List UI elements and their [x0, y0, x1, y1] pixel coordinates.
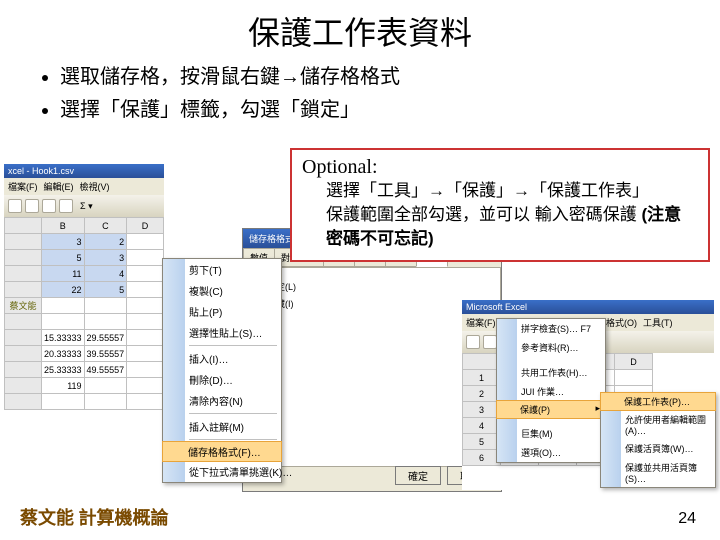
menu-item[interactable]: 巨集(M): [497, 424, 605, 443]
menu-item[interactable]: 儲存格格式(F)…: [162, 441, 282, 462]
menu-edit[interactable]: 編輯(E): [44, 180, 74, 193]
menu-item[interactable]: 共用工作表(H)…: [497, 363, 605, 382]
slide-title: 保護工作表資料: [0, 0, 720, 58]
excel-menubar[interactable]: 檔案(F) 編輯(E) 檢視(V): [4, 178, 164, 195]
context-menu[interactable]: 剪下(T)複製(C)貼上(P)選擇性貼上(S)… 插入(I)…刪除(D)…清除內容…: [162, 258, 282, 483]
menu-item[interactable]: 插入(I)…: [163, 348, 281, 369]
bullet-1: 選取儲存格，按滑鼠右鍵→儲存格格式: [60, 60, 680, 89]
menu-item[interactable]: JUI 作業…: [497, 382, 605, 401]
menu-item[interactable]: 貼上(P): [163, 301, 281, 322]
menu-item[interactable]: 複製(C): [163, 280, 281, 301]
window-titlebar: xcel - Hook1.csv: [4, 164, 164, 178]
window-titlebar: Microsoft Excel: [462, 300, 714, 314]
menu-file[interactable]: 檔案(F): [8, 180, 38, 193]
menu-item[interactable]: 參考資料(R)…: [497, 338, 605, 357]
menu-item[interactable]: 選項(O)…: [497, 443, 605, 462]
toolbar-button[interactable]: [25, 199, 39, 213]
optional-heading: Optional:: [302, 156, 698, 179]
menu-item[interactable]: 清除內容(N): [163, 390, 281, 411]
bullet-2: 選擇「保護」標籤，勾選「鎖定」: [60, 93, 680, 122]
excel-window-left: xcel - Hook1.csv 檔案(F) 編輯(E) 檢視(V) Σ ▾ B…: [4, 164, 164, 494]
menu-item[interactable]: 插入註解(M): [163, 416, 281, 437]
menu-item[interactable]: 允許使用者編輯範圍(A)…: [601, 410, 715, 439]
toolbar-button[interactable]: [8, 199, 22, 213]
optional-line-2: 保護範圍全部勾選，並可以 輸入密碼保護 (注意密碼不可忘記): [326, 203, 698, 251]
protect-submenu[interactable]: 保護工作表(P)…允許使用者編輯範圍(A)…保護活頁簿(W)…保護並共用活頁簿(…: [600, 392, 716, 488]
checkbox-locked[interactable]: ✓鎖定(L): [252, 280, 492, 293]
excel-toolbar[interactable]: Σ ▾: [4, 195, 164, 217]
menu-item[interactable]: 選擇性貼上(S)…: [163, 322, 281, 343]
menu-item[interactable]: 保護工作表(P)…: [600, 392, 716, 411]
checkbox-hidden[interactable]: 隱藏(I): [252, 297, 492, 310]
menu-item[interactable]: 刪除(D)…: [163, 369, 281, 390]
menu-item[interactable]: 從下拉式清單挑選(K)…: [163, 461, 281, 482]
ok-button[interactable]: 確定: [395, 466, 441, 485]
toolbar-button[interactable]: [59, 199, 73, 213]
menu-item[interactable]: 拼字檢查(S)… F7: [497, 319, 605, 338]
menu-item[interactable]: 保護並共用活頁簿(S)…: [601, 458, 715, 487]
menu-view[interactable]: 檢視(V): [80, 180, 110, 193]
menu-item[interactable]: 保護(P)▸: [496, 400, 606, 419]
bullet-list: 選取儲存格，按滑鼠右鍵→儲存格格式 選擇「保護」標籤，勾選「鎖定」: [0, 58, 720, 128]
optional-callout: Optional: 選擇「工具」→「保護」→「保護工作表」 保護範圍全部勾選，並…: [290, 148, 710, 262]
page-number: 24: [678, 510, 696, 528]
tools-menu-dropdown[interactable]: 拼字檢查(S)… F7參考資料(R)… 共用工作表(H)…JUI 作業…保護(P)…: [496, 318, 606, 463]
menu-item[interactable]: 剪下(T): [163, 259, 281, 280]
toolbar-button[interactable]: [42, 199, 56, 213]
optional-line-1: 選擇「工具」→「保護」→「保護工作表」: [326, 179, 698, 203]
spreadsheet-grid[interactable]: BCD 32 53 114 225 蔡文能 15.3333329.55557 2…: [4, 217, 164, 410]
footer-author: 蔡文能 計算機概論: [20, 504, 169, 530]
menu-item[interactable]: 保護活頁簿(W)…: [601, 439, 715, 458]
